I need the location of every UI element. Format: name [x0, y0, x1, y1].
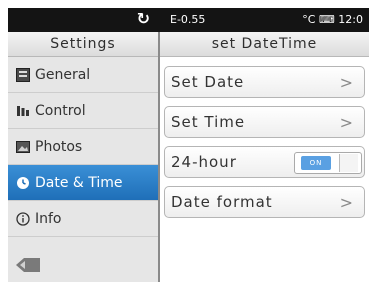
- photos-icon: [16, 140, 30, 154]
- info-icon: [16, 211, 30, 226]
- status-bar-left: ↻: [8, 8, 160, 32]
- status-text-right: °C ⌨ 12:0: [302, 13, 363, 26]
- date-format-option[interactable]: Date format >: [164, 186, 365, 218]
- sidebar-item-date-time[interactable]: Date & Time: [8, 165, 158, 201]
- device-screen: ↻ Settings General Control Photos Date &…: [8, 8, 369, 282]
- sidebar-item-label: General: [35, 66, 91, 83]
- sidebar-item-photos[interactable]: Photos: [8, 129, 158, 165]
- chevron-right-icon: >: [339, 193, 354, 212]
- status-text-left: E-0.55: [170, 13, 206, 26]
- option-label: Date format: [171, 193, 273, 211]
- back-icon[interactable]: [14, 256, 42, 274]
- clock-icon: [16, 176, 30, 190]
- datetime-panel: E-0.55 °C ⌨ 12:0 set DateTime Set Date >…: [160, 8, 369, 282]
- general-icon: [16, 67, 30, 82]
- chevron-right-icon: >: [339, 113, 354, 132]
- set-time-option[interactable]: Set Time >: [164, 106, 365, 138]
- sidebar-item-label: Control: [35, 102, 86, 119]
- settings-title: Settings: [8, 32, 158, 57]
- set-date-option[interactable]: Set Date >: [164, 66, 365, 98]
- option-label: Set Date: [171, 73, 245, 91]
- sidebar-item-control[interactable]: Control: [8, 93, 158, 129]
- sidebar-item-info[interactable]: Info: [8, 201, 158, 237]
- option-label: 24-hour: [171, 153, 237, 171]
- sidebar-item-label: Photos: [35, 138, 83, 155]
- option-label: Set Time: [171, 113, 246, 131]
- panel-title: set DateTime: [160, 32, 369, 57]
- control-icon: [16, 104, 30, 118]
- refresh-icon[interactable]: ↻: [137, 9, 150, 28]
- toggle-on-indicator: ON: [301, 156, 331, 170]
- 24-hour-option: 24-hour ON: [164, 146, 365, 178]
- sidebar-item-label: Info: [35, 210, 62, 227]
- chevron-right-icon: >: [339, 73, 354, 92]
- 24-hour-toggle[interactable]: ON: [294, 152, 362, 174]
- sidebar-item-label: Date & Time: [35, 174, 123, 191]
- sidebar-item-general[interactable]: General: [8, 57, 158, 93]
- settings-sidebar: ↻ Settings General Control Photos Date &…: [8, 8, 160, 282]
- status-bar-right: E-0.55 °C ⌨ 12:0: [160, 8, 369, 32]
- toggle-knob[interactable]: [339, 154, 358, 172]
